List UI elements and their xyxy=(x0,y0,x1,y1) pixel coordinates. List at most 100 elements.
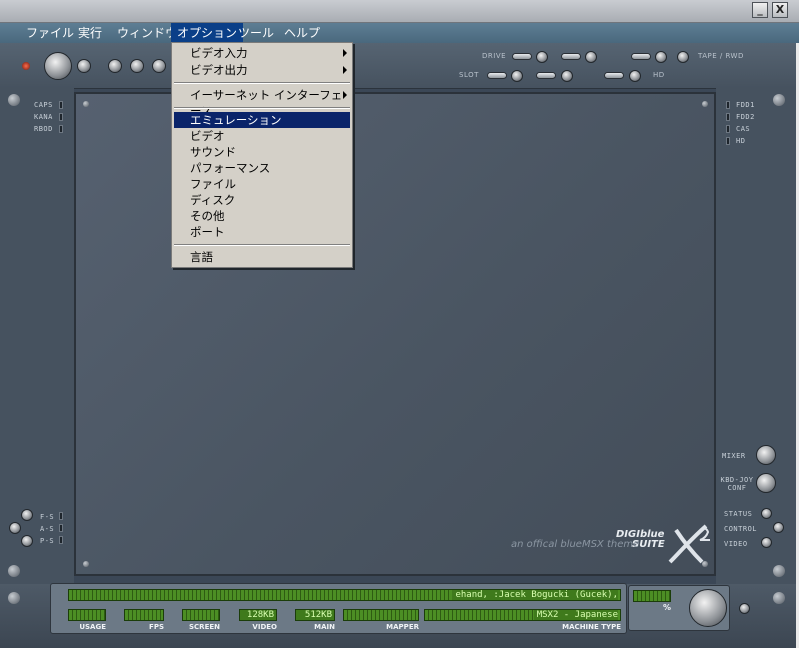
hd-slider[interactable] xyxy=(604,72,624,79)
menu-item-emulation[interactable]: エミュレーション xyxy=(174,112,350,128)
fs-led xyxy=(59,512,63,520)
menu-help[interactable]: ヘルプ xyxy=(278,23,326,43)
status-display: ehand, :Jacek Bogucki (Gucek), USAGE FPS… xyxy=(50,583,627,634)
play-button[interactable] xyxy=(108,59,122,73)
video-label: VIDEO xyxy=(252,623,277,631)
fs-label: F-S xyxy=(40,513,55,521)
menu-separator xyxy=(174,244,350,246)
main-memory-lcd: 512KB xyxy=(295,609,335,621)
mute-button[interactable] xyxy=(739,603,750,614)
screw-icon xyxy=(83,101,89,107)
drive-b-slider[interactable] xyxy=(561,53,581,60)
drive-a-eject[interactable] xyxy=(536,51,548,63)
tape-slider[interactable] xyxy=(631,53,651,60)
main-label: MAIN xyxy=(314,623,335,631)
video-toggle[interactable] xyxy=(761,537,772,548)
mapper-lcd xyxy=(343,609,419,621)
fdd2-label: FDD2 xyxy=(736,113,755,121)
tape-rwd-label: TAPE / RWD xyxy=(698,52,744,60)
menu-item-video[interactable]: ビデオ xyxy=(174,128,350,144)
menu-separator xyxy=(174,107,350,109)
submenu-arrow-icon xyxy=(343,49,347,57)
menu-item-label: ビデオ出力 xyxy=(190,63,248,77)
menu-run[interactable]: 実行 xyxy=(72,23,108,43)
fs-toggle[interactable] xyxy=(21,509,33,521)
screen-label: SCREEN xyxy=(189,623,220,631)
drive-label: DRIVE xyxy=(482,52,507,60)
menu-item-file[interactable]: ファイル xyxy=(174,176,350,192)
mixer-knob[interactable] xyxy=(756,445,776,465)
control-label: CONTROL xyxy=(724,525,758,533)
pause-button[interactable] xyxy=(130,59,144,73)
volume-knob[interactable] xyxy=(689,589,727,627)
usage-label: USAGE xyxy=(79,623,106,631)
minimize-button[interactable]: _ xyxy=(752,2,768,18)
kbd-joy-conf-knob[interactable] xyxy=(756,473,776,493)
volume-lcd xyxy=(633,590,671,602)
menu-item-video-output[interactable]: ビデオ出力 xyxy=(174,62,350,78)
fdd1-led xyxy=(726,101,730,109)
fdd2-led xyxy=(726,113,730,121)
menu-item-video-input[interactable]: ビデオ入力 xyxy=(174,45,350,61)
screw-icon xyxy=(773,565,785,577)
control-toggle[interactable] xyxy=(773,522,784,533)
power-led xyxy=(22,62,30,70)
screw-icon xyxy=(773,94,785,106)
x2-logo-icon xyxy=(668,524,710,564)
power-knob[interactable] xyxy=(44,52,72,80)
slot-2-slider[interactable] xyxy=(536,72,556,79)
caps-indicator-label: CAPS xyxy=(34,101,53,109)
slot-2-eject[interactable] xyxy=(561,70,573,82)
cas-led xyxy=(726,125,730,133)
mapper-label: MAPPER xyxy=(386,623,419,631)
status-toggle[interactable] xyxy=(761,508,772,519)
menu-item-disk[interactable]: ディスク xyxy=(174,192,350,208)
ps-toggle[interactable] xyxy=(21,535,33,547)
kana-indicator-label: KANA xyxy=(34,113,53,121)
reset-button[interactable] xyxy=(77,59,91,73)
machine-type-lcd: MSX2 - Japanese xyxy=(424,609,621,621)
submenu-arrow-icon xyxy=(343,91,347,99)
menu-tools[interactable]: ツール xyxy=(232,23,280,43)
screw-icon xyxy=(83,561,89,567)
menu-bar: ファイル 実行 ウィンドウ オプション ツール ヘルプ xyxy=(0,23,799,43)
kbd-joy-conf-label: KBD-JOY CONF xyxy=(720,476,754,492)
menu-file[interactable]: ファイル xyxy=(20,23,80,43)
tape-eject[interactable] xyxy=(655,51,667,63)
mixer-label: MIXER xyxy=(722,452,746,460)
options-menu-dropdown: ビデオ入力 ビデオ出力 イーサーネット インターフェース エミュレーション ビデ… xyxy=(171,42,353,268)
drive-b-eject[interactable] xyxy=(585,51,597,63)
menu-item-ports[interactable]: ポート xyxy=(174,224,350,240)
hd-label: HD xyxy=(653,71,665,79)
marquee-text: ehand, :Jacek Bogucki (Gucek), xyxy=(452,590,618,600)
menu-item-sound[interactable]: サウンド xyxy=(174,144,350,160)
screw-icon xyxy=(702,101,708,107)
menu-item-performance[interactable]: パフォーマンス xyxy=(174,160,350,176)
stop-button[interactable] xyxy=(152,59,166,73)
left-panel: CAPS KANA RBOD F-S A-S P-S xyxy=(0,88,74,584)
menu-item-ethernet[interactable]: イーサーネット インターフェース xyxy=(174,87,350,118)
rbod-led xyxy=(59,125,63,133)
machine-type-label: MACHINE TYPE xyxy=(562,623,621,631)
menu-item-other[interactable]: その他 xyxy=(174,208,350,224)
machine-type-text: MSX2 - Japanese xyxy=(533,610,618,620)
hd-indicator-label: HD xyxy=(736,137,746,145)
screw-icon xyxy=(8,592,20,604)
screw-icon xyxy=(773,592,785,604)
drive-a-slider[interactable] xyxy=(512,53,532,60)
fps-lcd xyxy=(124,609,164,621)
caps-led xyxy=(59,101,63,109)
slot-1-eject[interactable] xyxy=(511,70,523,82)
as-toggle[interactable] xyxy=(9,522,21,534)
tape-rewind[interactable] xyxy=(677,51,689,63)
close-button[interactable]: X xyxy=(772,2,788,18)
submenu-arrow-icon xyxy=(343,66,347,74)
menu-item-language[interactable]: 言語 xyxy=(174,249,350,265)
menu-item-label: ビデオ入力 xyxy=(190,46,248,60)
screw-icon xyxy=(8,565,20,577)
as-label: A-S xyxy=(40,525,55,533)
kana-led xyxy=(59,113,63,121)
hd-eject[interactable] xyxy=(629,70,641,82)
slot-1-slider[interactable] xyxy=(487,72,507,79)
hd-led xyxy=(726,137,730,145)
